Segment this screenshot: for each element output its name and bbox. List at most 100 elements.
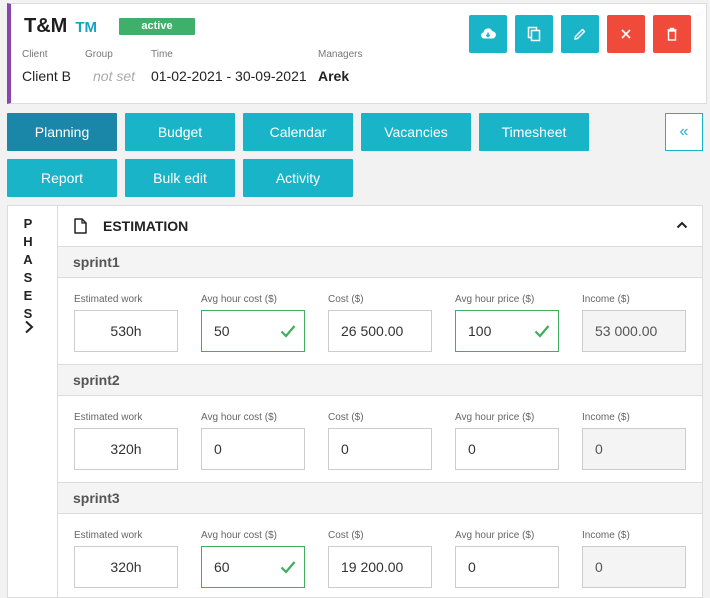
estimated-work-input[interactable]: 320h [74,546,178,588]
group-label: Group [85,49,113,60]
sprint-title: sprint2 [58,365,702,396]
field-value: 0 [468,559,476,575]
delete-button[interactable] [653,15,691,53]
field-value: 0 [468,441,476,457]
field-label: Avg hour price ($) [455,294,535,305]
field-label: Estimated work [74,294,143,305]
phases-label: PHASES [8,215,48,323]
field-value: 100 [468,323,492,339]
edit-icon [574,28,586,40]
field-label: Cost ($) [328,294,364,305]
cloud-download-icon [481,28,496,39]
phases-letter: P [23,216,33,231]
tab-vacancies[interactable]: Vacancies [361,113,471,151]
cost-input[interactable]: 26 500.00 [328,310,432,352]
check-icon [534,325,550,338]
field-value: 320h [110,441,142,457]
estimated-work-input[interactable]: 320h [74,428,178,470]
estimated-work-field: Estimated work 320h [74,412,178,470]
avg-hour-cost-field: Avg hour cost ($) 50 [201,294,305,352]
project-code: TM [75,19,97,36]
check-icon [280,325,296,338]
avg-hour-cost-input[interactable]: 50 [201,310,305,352]
field-value: 19 200.00 [341,559,404,575]
avg-hour-price-input[interactable]: 0 [455,428,559,470]
cost-input[interactable]: 0 [328,428,432,470]
sprint-section: sprint3 Estimated work 320h Avg hour cost (… [58,483,702,597]
avg-hour-cost-input[interactable]: 60 [201,546,305,588]
project-title-row: T&M TM [24,15,97,38]
field-value: 0 [595,559,603,575]
estimation-title: ESTIMATION [103,218,189,234]
field-label: Estimated work [74,530,143,541]
field-label: Cost ($) [328,530,364,541]
tab-budget[interactable]: Budget [125,113,235,151]
phases-letter: A [23,252,33,267]
tab-calendar[interactable]: Calendar [243,113,353,151]
cost-field: Cost ($) 26 500.00 [328,294,432,352]
project-header-card: T&M TM active Client Client B Group not … [7,3,707,104]
avg-hour-price-field: Avg hour price ($) 0 [455,530,559,588]
copy-icon [527,26,541,42]
field-label: Avg hour price ($) [455,412,535,423]
tab-bulk-edit[interactable]: Bulk edit [125,159,235,197]
managers-meta: Managers Arek [318,49,362,84]
avg-hour-price-input[interactable]: 100 [455,310,559,352]
sprint-fields: Estimated work 320h Avg hour cost ($) 0 Cost… [58,396,702,483]
sprint-title: sprint1 [58,247,702,278]
sprint-title: sprint3 [58,483,702,514]
avg-hour-cost-field: Avg hour cost ($) 60 [201,530,305,588]
phases-sidebar[interactable]: PHASES [7,205,57,598]
avg-hour-cost-field: Avg hour cost ($) 0 [201,412,305,470]
download-button[interactable] [469,15,507,53]
estimated-work-input[interactable]: 530h [74,310,178,352]
managers-value: Arek [318,68,350,84]
duplicate-button[interactable] [515,15,553,53]
tab-report[interactable]: Report [7,159,117,197]
phases-letter: H [23,234,33,249]
field-value: 0 [214,441,222,457]
chevron-up-icon[interactable] [676,220,688,230]
chevron-right-icon[interactable] [23,320,35,334]
group-value: not set [93,68,136,84]
field-label: Income ($) [582,412,630,423]
income-input: 0 [582,546,686,588]
managers-label: Managers [318,49,363,60]
cost-field: Cost ($) 0 [328,412,432,470]
collapse-tabs-button[interactable]: « [665,113,703,151]
field-value: 0 [341,441,349,457]
check-icon [280,561,296,574]
trash-icon [667,27,677,41]
income-field: Income ($) 0 [582,530,686,588]
document-icon [74,218,87,234]
edit-button[interactable] [561,15,599,53]
client-meta: Client Client B [22,49,71,84]
tab-activity[interactable]: Activity [243,159,353,197]
field-label: Avg hour cost ($) [201,412,277,423]
estimation-panel: ESTIMATION sprint1 Estimated work 530h Avg … [57,205,703,598]
avg-hour-price-input[interactable]: 0 [455,546,559,588]
phases-letter: E [23,288,33,303]
avg-hour-cost-input[interactable]: 0 [201,428,305,470]
sprint-section: sprint2 Estimated work 320h Avg hour cost (… [58,365,702,483]
tab-timesheet[interactable]: Timesheet [479,113,589,151]
close-icon [621,29,631,39]
phases-letter: S [23,270,33,285]
tab-planning[interactable]: Planning [7,113,117,151]
field-label: Income ($) [582,530,630,541]
income-input: 0 [582,428,686,470]
cost-input[interactable]: 19 200.00 [328,546,432,588]
sprint-section: sprint1 Estimated work 530h Avg hour cost (… [58,247,702,365]
estimated-work-field: Estimated work 530h [74,294,178,352]
close-button[interactable] [607,15,645,53]
field-label: Estimated work [74,412,143,423]
field-label: Avg hour price ($) [455,530,535,541]
status-badge: active [119,18,195,35]
cost-field: Cost ($) 19 200.00 [328,530,432,588]
income-field: Income ($) 0 [582,412,686,470]
avg-hour-price-field: Avg hour price ($) 0 [455,412,559,470]
field-label: Income ($) [582,294,630,305]
sprint-fields: Estimated work 320h Avg hour cost ($) 60 Cos… [58,514,702,597]
estimation-header[interactable]: ESTIMATION [58,206,702,247]
income-field: Income ($) 53 000.00 [582,294,686,352]
